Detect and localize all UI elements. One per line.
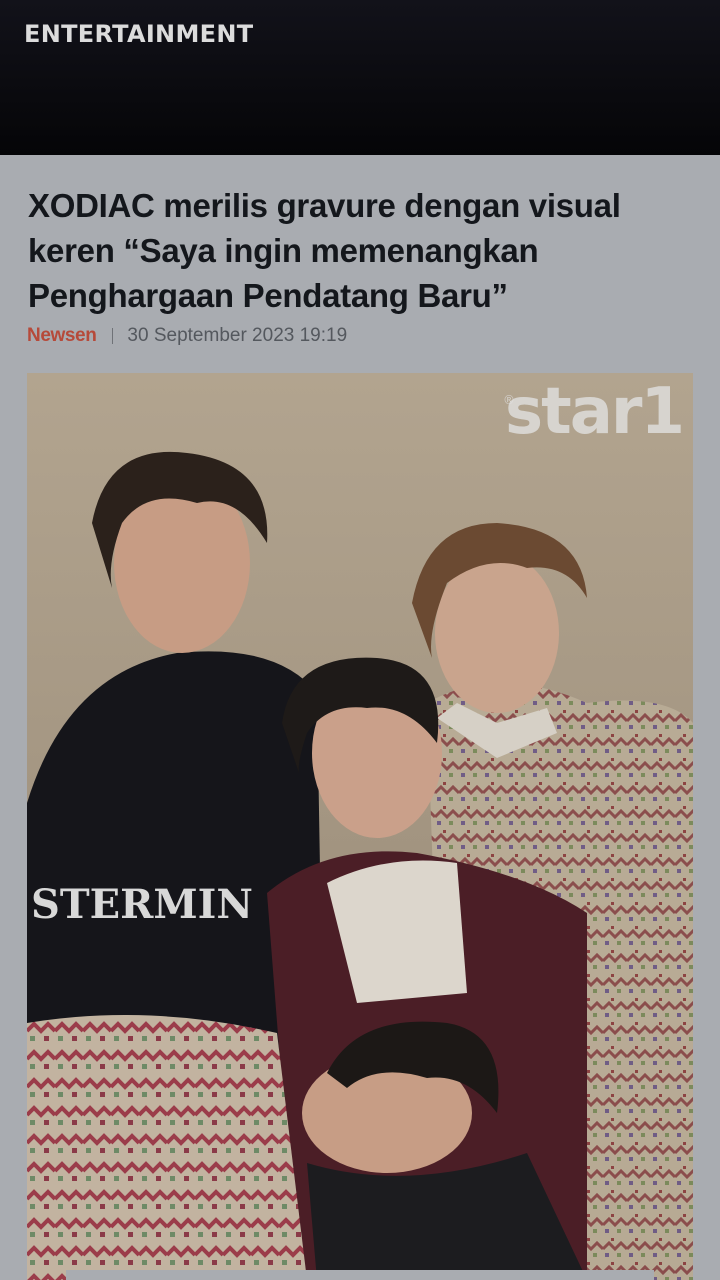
article-container: XODIAC merilis gravure dengan visual ker… xyxy=(0,155,720,1280)
bottom-caption-strip xyxy=(66,1270,654,1280)
section-label[interactable]: ENTERTAINMENT xyxy=(24,20,253,48)
shirt-lettering: STERMIN xyxy=(31,881,253,928)
source-logo[interactable]: Newsen xyxy=(27,325,97,347)
article-headline: XODIAC merilis gravure dengan visual ker… xyxy=(28,187,621,314)
publish-date: 30 September 2023 19:19 xyxy=(127,325,348,346)
meta-divider xyxy=(112,328,114,344)
group-photo-illustration: STERMIN xyxy=(27,373,693,1280)
article-photo[interactable]: STERMIN ® star1 xyxy=(27,373,693,1280)
article-meta: Newsen 30 September 2023 19:19 xyxy=(27,323,347,349)
photo-watermark: star1 xyxy=(505,375,685,449)
top-header-bar: ENTERTAINMENT xyxy=(0,0,720,155)
